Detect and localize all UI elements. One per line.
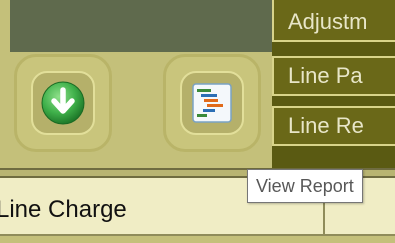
download-arrow-icon bbox=[41, 81, 85, 125]
download-button[interactable] bbox=[14, 54, 112, 152]
menu-item-adjustments[interactable]: Adjustm bbox=[272, 0, 395, 42]
menu-item-line-parameters[interactable]: Line Pa bbox=[272, 56, 395, 96]
app-window: Adjustm Line Pa Line Re Line Charge View… bbox=[0, 0, 395, 243]
menu-item-label: Line Re bbox=[288, 113, 364, 138]
inner-panel bbox=[10, 0, 272, 52]
menu-item-label: Adjustm bbox=[288, 9, 368, 34]
download-button-tile bbox=[31, 71, 95, 135]
tooltip: View Report bbox=[247, 169, 363, 203]
menu-item-line-report[interactable]: Line Re bbox=[272, 106, 395, 146]
table-cell: Line Charge bbox=[0, 196, 127, 223]
gantt-report-icon bbox=[192, 83, 232, 123]
menu-item-label: Line Pa bbox=[288, 63, 363, 88]
view-report-button[interactable] bbox=[163, 54, 261, 152]
grid-bottom-border bbox=[0, 234, 395, 243]
view-report-button-tile bbox=[180, 71, 244, 135]
